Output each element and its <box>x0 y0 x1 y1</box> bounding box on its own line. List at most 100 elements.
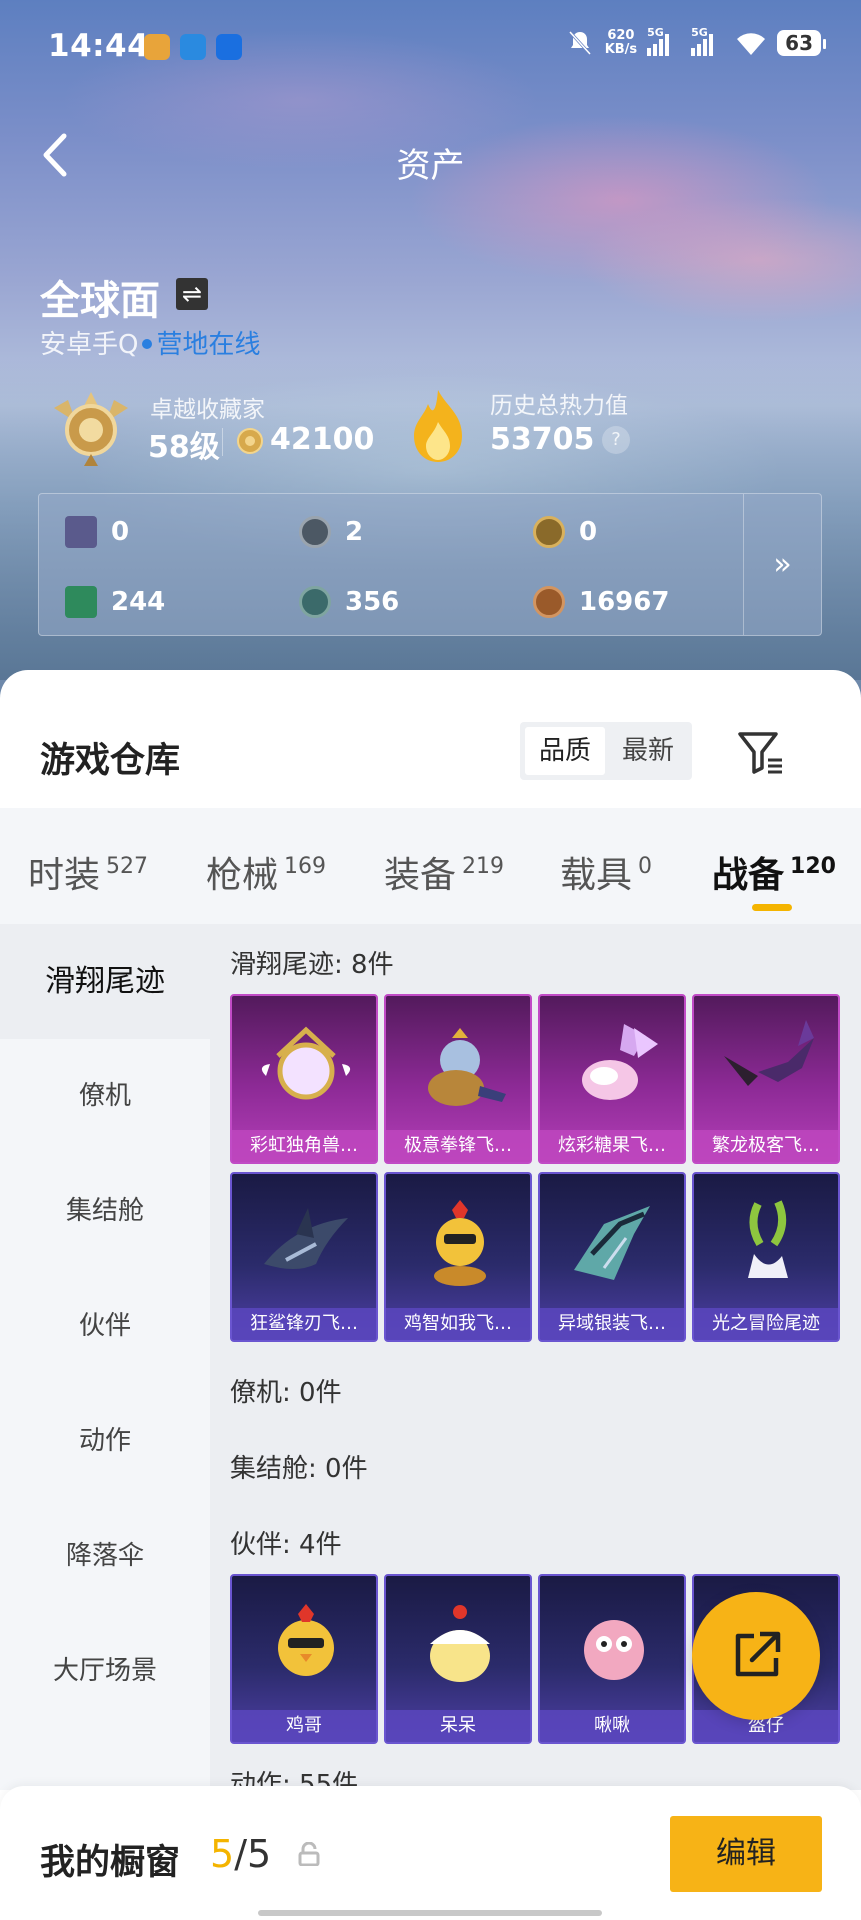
sidebar-item-wingman[interactable]: 僚机 <box>0 1039 210 1154</box>
showcase-count-total: /5 <box>234 1832 272 1876</box>
tab-equipment[interactable]: 装备 219 <box>384 846 504 898</box>
card-icon <box>65 516 97 548</box>
player-platform: 安卓手Q <box>40 330 139 360</box>
tab-label: 战备 <box>712 855 785 896</box>
tab-fashion[interactable]: 时装 527 <box>28 846 148 898</box>
item-card[interactable]: 异域银装飞… <box>538 1172 686 1342</box>
item-name: 异域银装飞… <box>540 1308 684 1340</box>
item-card[interactable]: 啾啾 <box>538 1574 686 1744</box>
lock-icon <box>298 1842 320 1866</box>
tab-label: 装备 <box>384 855 457 896</box>
tab-guns[interactable]: 枪械 169 <box>206 846 326 898</box>
status-bar: 14:44 620 KB/s 5G 5G 63 <box>48 26 826 68</box>
showcase-count-current: 5 <box>210 1832 235 1876</box>
help-icon[interactable]: ? <box>602 426 630 454</box>
showcase-count: 5/5 <box>210 1832 271 1876</box>
currency-value: 0 <box>111 517 130 547</box>
item-name: 光之冒险尾迹 <box>694 1308 838 1340</box>
sort-latest-button[interactable]: 最新 <box>608 727 688 775</box>
app-notification-icon <box>144 34 170 60</box>
currency-item: 0 <box>65 516 129 548</box>
heat-value: 53705 <box>490 422 595 457</box>
status-time: 14:44 <box>48 28 150 64</box>
net-speed-unit: KB/s <box>604 42 638 57</box>
sidebar-item-parachute[interactable]: 降落伞 <box>0 1499 210 1614</box>
chicken-glider-icon <box>434 1200 486 1286</box>
tab-label: 时装 <box>28 855 101 896</box>
chick-partner-icon <box>430 1605 490 1682</box>
signal-sim1-icon: 5G <box>647 26 681 56</box>
item-name: 彩虹独角兽… <box>232 1130 376 1162</box>
currency-item: 16967 <box>533 586 669 618</box>
candy-glider-icon <box>582 1024 658 1100</box>
net-speed-value: 620 <box>607 28 635 43</box>
item-name: 呆呆 <box>386 1710 530 1742</box>
divider <box>222 428 223 456</box>
bronze-orb-icon <box>533 586 565 618</box>
s-coin-icon <box>299 516 331 548</box>
currency-item: 2 <box>299 516 363 548</box>
item-card[interactable]: 光之冒险尾迹 <box>692 1172 840 1342</box>
home-indicator <box>258 1910 602 1916</box>
shark-glider-icon <box>264 1208 348 1269</box>
sim2-label: 5G <box>691 26 708 39</box>
battery-indicator: 63 <box>777 30 826 56</box>
adventure-trail-icon <box>748 1200 788 1278</box>
item-name: 炫彩糖果飞… <box>540 1130 684 1162</box>
item-card[interactable]: 繁龙极客飞… <box>692 994 840 1164</box>
elephant-glider-icon <box>428 1028 506 1106</box>
filter-icon[interactable] <box>736 728 784 776</box>
currency-value: 2 <box>345 517 364 547</box>
edit-button[interactable]: 编辑 <box>670 1816 822 1892</box>
item-card[interactable]: 狂鲨锋刃飞… <box>230 1172 378 1342</box>
item-card[interactable]: 鸡哥 <box>230 1574 378 1744</box>
warehouse-title: 游戏仓库 <box>40 741 181 781</box>
currency-value: 244 <box>111 587 166 617</box>
orb-icon <box>299 586 331 618</box>
item-card[interactable]: 彩虹独角兽… <box>230 994 378 1164</box>
sort-quality-button[interactable]: 品质 <box>525 727 605 775</box>
item-card[interactable]: 鸡智如我飞… <box>384 1172 532 1342</box>
tab-count: 169 <box>284 854 327 879</box>
item-card[interactable]: 呆呆 <box>384 1574 532 1744</box>
section-title: 僚机: 0件 <box>230 1378 342 1408</box>
wifi-icon <box>737 33 766 55</box>
sim1-label: 5G <box>647 26 664 39</box>
collector-badge-icon <box>54 392 128 466</box>
sidebar-item-pod[interactable]: 集结舱 <box>0 1154 210 1269</box>
online-dot-icon <box>142 338 153 349</box>
sidebar-item-lobby-scene[interactable]: 大厅场景 <box>0 1614 210 1729</box>
silver-glider-icon <box>574 1206 650 1280</box>
swap-account-icon[interactable]: ⇌ <box>176 278 208 310</box>
showcase-bar: 我的橱窗 5/5 编辑 <box>0 1786 861 1920</box>
tab-readiness[interactable]: 战备 120 <box>712 846 836 898</box>
item-name: 啾啾 <box>540 1710 684 1742</box>
item-card[interactable]: 炫彩糖果飞… <box>538 994 686 1164</box>
sidebar-item-action[interactable]: 动作 <box>0 1384 210 1499</box>
sidebar-item-glide-trail[interactable]: 滑翔尾迹 <box>0 924 210 1039</box>
net-speed: 620 KB/s <box>605 29 637 57</box>
currency-more-button[interactable]: » <box>743 494 821 635</box>
active-tab-indicator <box>752 904 792 911</box>
item-card[interactable]: 极意拳锋飞… <box>384 994 532 1164</box>
warehouse-panel: 游戏仓库 品质 最新 时装 527 枪械 169 装备 219 载具 0 战备 120 滑… <box>0 670 861 1920</box>
tab-label: 枪械 <box>206 855 279 896</box>
share-button[interactable] <box>692 1592 820 1720</box>
page-title: 资产 <box>396 146 465 186</box>
cloud-app-icon <box>180 34 206 60</box>
dragon-glider-icon <box>724 1020 814 1086</box>
tab-vehicles[interactable]: 载具 0 <box>560 846 652 898</box>
section-title: 伙伴: 4件 <box>230 1530 342 1560</box>
ticket-icon <box>65 586 97 618</box>
chicken-partner-icon <box>278 1604 334 1676</box>
showcase-title: 我的橱窗 <box>40 1843 181 1883</box>
rank-level: 58级 <box>148 430 220 465</box>
item-name: 繁龙极客飞… <box>694 1130 838 1162</box>
currency-panel: 0 2 0 244 356 16967 » <box>38 493 822 636</box>
tab-count: 120 <box>790 854 836 879</box>
section-title: 集结舱: 0件 <box>230 1454 368 1484</box>
heat-title: 历史总热力值 <box>490 393 628 419</box>
currency-item: 0 <box>533 516 597 548</box>
sidebar-item-partner[interactable]: 伙伴 <box>0 1269 210 1384</box>
item-name: 鸡哥 <box>232 1710 376 1742</box>
